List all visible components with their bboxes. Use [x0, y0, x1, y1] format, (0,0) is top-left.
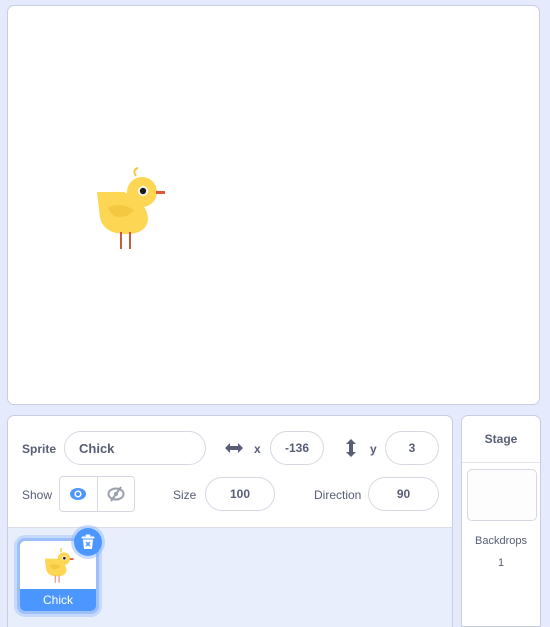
sprite-tile-label: Chick	[20, 589, 96, 611]
x-label: x	[254, 442, 261, 456]
stage-panel-title: Stage	[462, 416, 540, 463]
vertical-arrows-icon	[346, 439, 356, 457]
stage-selector-panel[interactable]: Stage Backdrops 1	[461, 415, 541, 627]
sprite-info-panel: Sprite Chick x -136 y 3 Show Size 100 Di…	[7, 415, 453, 527]
backdrops-label: Backdrops	[475, 535, 527, 547]
direction-label: Direction	[314, 488, 362, 502]
chick-thumbnail-icon	[44, 547, 74, 583]
size-label: Size	[173, 488, 197, 502]
direction-input[interactable]: 90	[368, 477, 439, 511]
visibility-toggle-group	[59, 476, 135, 512]
backdrop-thumbnail[interactable]	[467, 469, 537, 521]
eye-slash-icon	[107, 486, 125, 502]
sprite-label: Sprite	[22, 442, 57, 456]
x-position-input[interactable]: -136	[270, 431, 324, 465]
hide-sprite-button[interactable]	[96, 477, 135, 511]
delete-sprite-button[interactable]	[74, 528, 102, 556]
trash-icon	[81, 534, 95, 549]
show-label: Show	[22, 488, 53, 502]
backdrops-count: 1	[497, 557, 505, 569]
y-position-input[interactable]: 3	[385, 431, 439, 465]
show-sprite-button[interactable]	[60, 477, 97, 511]
sprite-name-input[interactable]: Chick	[64, 431, 206, 465]
size-input[interactable]: 100	[205, 477, 275, 511]
stage-canvas[interactable]	[7, 5, 540, 405]
eye-icon	[70, 488, 87, 500]
chick-sprite[interactable]	[88, 162, 168, 252]
horizontal-arrows-icon	[225, 443, 243, 453]
sprite-list: Chick	[7, 527, 453, 627]
y-label: y	[370, 442, 377, 456]
